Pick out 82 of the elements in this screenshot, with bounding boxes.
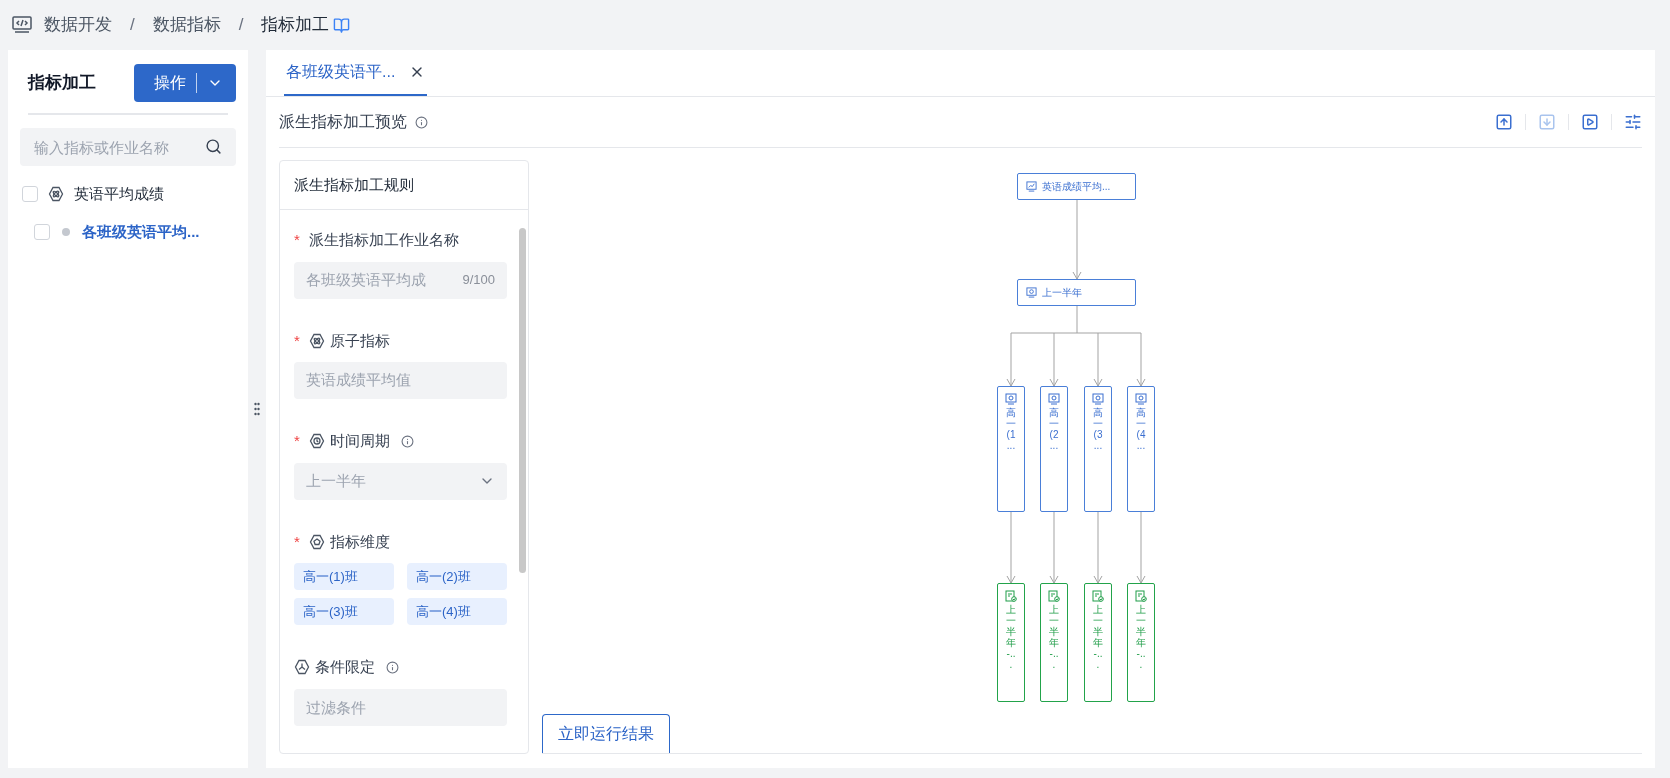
search-icon[interactable] [205,138,222,155]
sidebar-title: 指标加工 [28,71,96,94]
field-value: 英语成绩平均值 [306,370,412,391]
run-icon[interactable] [1581,113,1599,131]
node-label: 上一半年-... [1093,604,1103,670]
diagram-node[interactable]: 英语成绩平均... [1017,173,1136,200]
monitor-icon [1048,393,1060,405]
field-label: 派生指标加工作业名称 [308,230,459,250]
breadcrumb-link[interactable]: 数据开发 [44,12,112,38]
preview-title: 派生指标加工预览 [279,112,407,132]
node-label: 上一半年-... [1049,604,1059,670]
scrollbar-thumb[interactable] [519,228,526,573]
node-label: 高一(4... [1136,407,1146,451]
card-title: 派生指标加工规则 [294,174,414,195]
checklist-icon [1135,590,1147,602]
action-button[interactable]: 操作 [134,63,236,102]
monitor-icon [1135,393,1147,405]
tree-item[interactable]: 英语平均成绩 [20,180,236,208]
field-value: 上一半年 [306,470,367,491]
code-monitor-icon [12,16,32,34]
required-asterisk: * [294,531,300,552]
dimension-tag: 高一(3)班 [294,598,394,625]
breadcrumb-current: 指标加工 [261,14,330,37]
clock-monitor-icon [1026,287,1037,298]
field-label: 原子指标 [329,330,390,351]
dimension-tag: 高一(4)班 [407,598,507,625]
dimension-tag: 高一(2)班 [407,563,507,590]
checkbox[interactable] [34,224,50,240]
checkbox[interactable] [22,186,38,202]
required-asterisk: * [294,431,300,451]
tab[interactable]: 各班级英语平... [284,49,428,96]
drag-handle-icon[interactable] [254,402,260,416]
tab[interactable]: 立即运行结果 [542,714,670,753]
required-asterisk: * [294,330,300,351]
checklist-icon [1048,590,1060,602]
chart-monitor-icon [1026,181,1037,192]
checklist-icon [1092,590,1104,602]
pentagon-icon [308,533,325,550]
node-label: 上一半年 [1042,286,1082,300]
breadcrumb-separator: / [130,14,135,37]
search-field[interactable]: 输入指标或作业名称 [20,128,236,166]
tab-label: 各班级英语平... [286,61,396,82]
char-counter: 9/100 [462,271,495,290]
required-asterisk: * [294,230,300,250]
field-value: 各班级英语平均成 [306,269,427,290]
input-field[interactable]: 过滤条件 [294,688,507,726]
field-label: 条件限定 [315,657,375,677]
clock-icon [308,433,325,450]
breadcrumb-link[interactable]: 数据指标 [152,12,221,38]
node-label: 高一(2... [1049,407,1059,451]
field-label: 指标维度 [329,531,390,552]
filter-icon [294,659,310,676]
diagram-node[interactable]: 上一半年-... [1040,583,1068,702]
node-label: 上一半年-... [1006,604,1016,670]
tree-item-label: 英语平均成绩 [74,183,164,204]
monitor-icon [1092,393,1104,405]
breadcrumb-separator: / [238,14,244,37]
dimension-tag: 高一(1)班 [294,563,394,590]
diagram-node[interactable]: 上一半年-... [997,583,1025,702]
upload-icon[interactable] [1495,113,1513,131]
tree-item-label: 各班级英语平均... [82,221,200,242]
node-label: 上一半年-... [1136,604,1146,670]
atom-icon [48,186,64,202]
diagram-node[interactable]: 高一(4... [1127,386,1155,512]
tree-item[interactable]: 各班级英语平均... [20,218,236,246]
diagram-node[interactable]: 上一半年 [1017,279,1136,306]
checklist-icon [1005,590,1017,602]
node-label: 英语成绩平均... [1042,180,1111,194]
node-label: 高一(1... [1006,407,1016,451]
monitor-icon [1005,393,1017,405]
field-label: 时间周期 [329,431,390,451]
diagram-node[interactable]: 上一半年-... [1127,583,1155,702]
diagram-node[interactable]: 高一(1... [997,386,1025,512]
atom-icon [308,332,325,349]
text-field[interactable]: 各班级英语平均成 9/100 [294,261,507,299]
node-label: 高一(3... [1093,407,1103,451]
diagram-node[interactable]: 上一半年-... [1084,583,1112,702]
book-icon[interactable] [333,16,351,34]
diagram-node[interactable]: 高一(3... [1084,386,1112,512]
settings-icon[interactable] [1624,113,1642,131]
info-icon [415,115,428,129]
diagram-node[interactable]: 高一(2... [1040,386,1068,512]
